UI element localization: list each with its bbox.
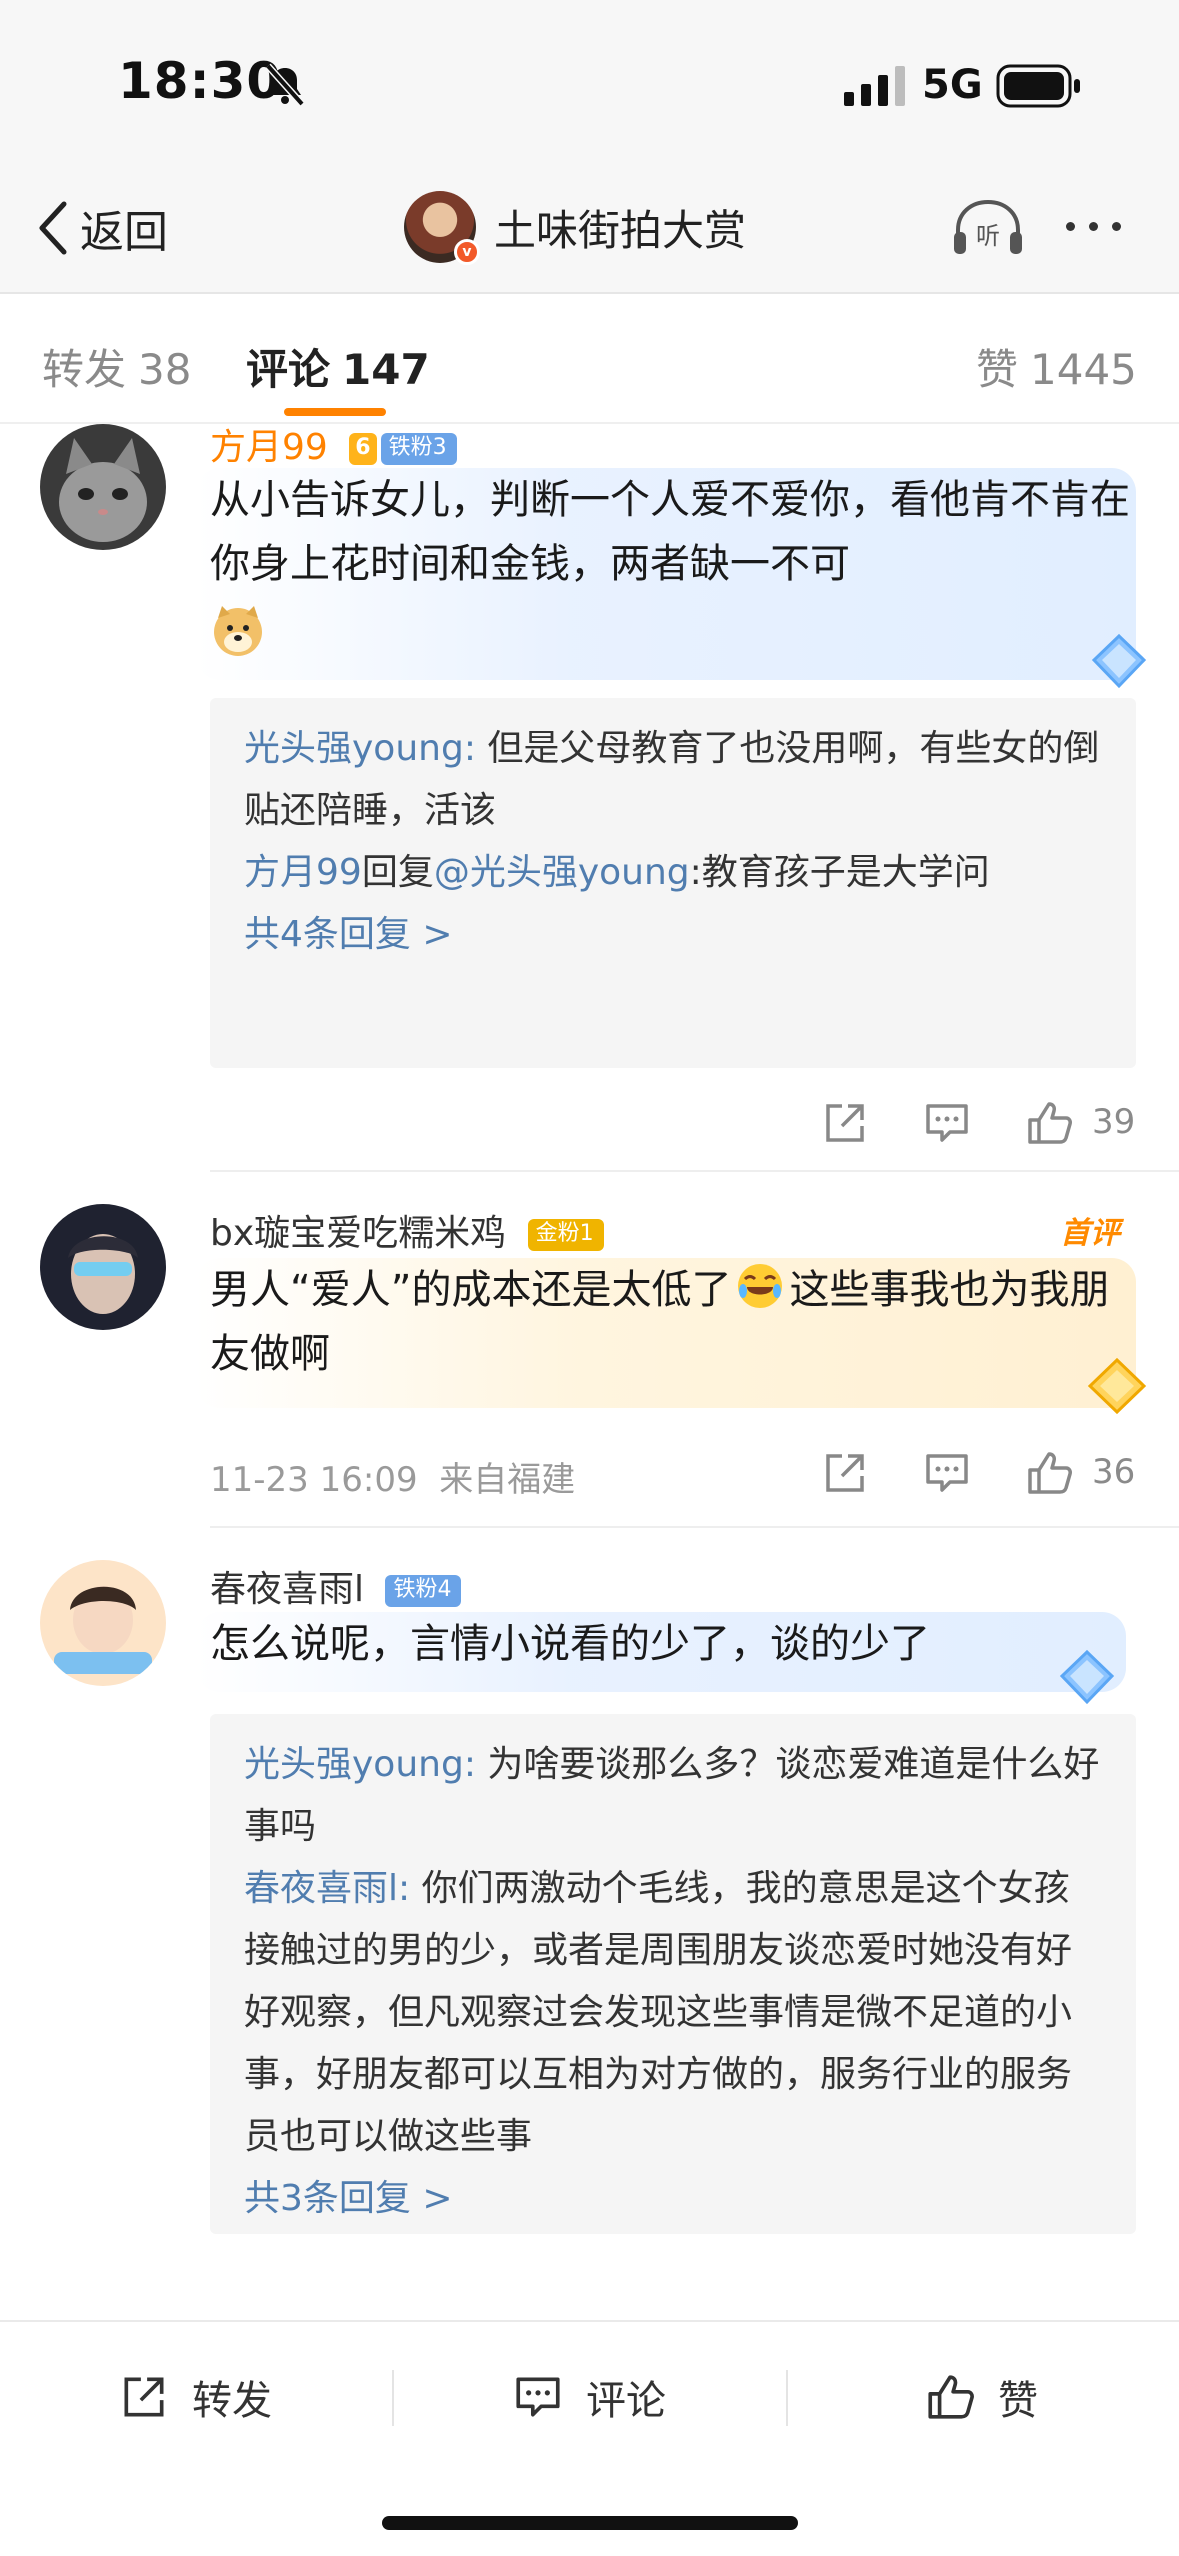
reply-text: :教育孩子是大学问 (689, 852, 990, 893)
tab-repost-count: 38 (138, 345, 192, 394)
reply-box: 光头强young: 但是父母教育了也没用啊，有些女的倒贴还陪睡，活该 方月99回… (210, 698, 1136, 1068)
status-time: 18:30 (118, 52, 283, 110)
reply-item[interactable]: 春夜喜雨l: 你们两激动个毛线，我的意思是这个女孩接触过的男的少，或者是周围朋友… (244, 1858, 1102, 2168)
tab-likes-count: 1445 (1030, 345, 1137, 394)
avatar[interactable] (40, 1204, 166, 1330)
reply-user[interactable]: 春夜喜雨l: (244, 1868, 410, 1909)
reply-verb: 回复 (361, 852, 434, 893)
like-count: 39 (1092, 1102, 1136, 1142)
avatar[interactable] (40, 1560, 166, 1686)
level-number: 6 (355, 435, 371, 460)
listen-button[interactable]: 听 (950, 196, 1026, 260)
diamond-icon (1059, 1649, 1115, 1705)
post-author[interactable]: v 土味街拍大赏 (404, 190, 747, 265)
comment-text: 从小告诉女儿，判断一个人爱不爱你，看他肯不肯在你身上花时间和金钱，两者缺一不可 (210, 468, 1130, 660)
author-avatar: v (404, 191, 480, 265)
battery-icon (996, 64, 1080, 108)
comment-icon[interactable] (922, 1448, 972, 1498)
commenter-name[interactable]: bx璇宝爱吃糯米鸡 金粉1 (210, 1204, 604, 1256)
comment-text-part1: 男人“爱人”的成本还是太低了 (210, 1267, 732, 1313)
more-button[interactable] (1066, 222, 1121, 231)
bell-off-icon (265, 63, 305, 107)
active-tab-indicator (284, 408, 386, 416)
headphones-icon: 听 (954, 199, 1022, 254)
tab-comments-label: 评论 (246, 345, 331, 394)
tab-likes[interactable]: 赞 1445 (976, 336, 1137, 397)
doge-icon (214, 606, 262, 656)
separator (786, 2370, 788, 2426)
tab-comments[interactable]: 评论 147 (246, 336, 430, 397)
gold-diamond-icon (1087, 1357, 1147, 1415)
share-icon (124, 2377, 164, 2417)
reply-item[interactable]: 光头强young: 为啥要谈那么多？谈恋爱难道是什么好事吗 (244, 1734, 1102, 1858)
comment-button[interactable]: 评论 (512, 2362, 666, 2432)
share-icon[interactable] (820, 1098, 870, 1148)
tab-bar: 转发 38 评论 147 赞 1445 (0, 296, 1179, 424)
reply-item[interactable]: 方月99回复@光头强young:教育孩子是大学问 (244, 842, 1102, 904)
comment-text: 男人“爱人”的成本还是太低了 这些事我也为我朋友做啊 (210, 1258, 1130, 1386)
comment-actions: 11-23 16:09 来自福建 36 (0, 1440, 1179, 1510)
tab-comments-count: 147 (342, 345, 430, 394)
bottom-action-bar: 转发 评论 赞 (0, 2320, 1179, 2556)
reply-user[interactable]: 光头强young: (244, 728, 476, 769)
reply-mention[interactable]: @光头强young (434, 852, 690, 893)
fan-badge: 铁粉3 (380, 433, 457, 465)
chevron-left-icon (39, 201, 67, 255)
commenter-name-text: 方月99 (210, 427, 328, 468)
signal-icon (844, 66, 905, 106)
back-label: 返回 (80, 207, 168, 258)
back-button[interactable]: 返回 (34, 196, 168, 260)
like-icon (928, 2375, 974, 2419)
tab-repost-label: 转发 (42, 345, 127, 394)
cat-avatar-image (40, 424, 166, 550)
more-replies-link[interactable]: 共3条回复 > (244, 2168, 1102, 2230)
like-count: 36 (1092, 1452, 1136, 1492)
comment-text-body: 从小告诉女儿，判断一个人爱不爱你，看他肯不肯在你身上花时间和金钱，两者缺一不可 (210, 477, 1130, 587)
reply-text: 你们两激动个毛线，我的意思是这个女孩接触过的男的少，或者是周围朋友谈恋爱时她没有… (244, 1868, 1073, 2157)
commenter-name-text: 春夜喜雨l (210, 1569, 365, 1610)
like-label: 赞 (998, 2378, 1038, 2424)
comment-icon (516, 2377, 560, 2417)
commenter-name-text: bx璇宝爱吃糯米鸡 (210, 1213, 507, 1254)
comment-actions: 39 (0, 1090, 1179, 1160)
repost-label: 转发 (192, 2378, 272, 2424)
reply-user[interactable]: 光头强young: (244, 1744, 476, 1785)
fan-badge: 金粉1 (527, 1219, 604, 1251)
tab-repost[interactable]: 转发 38 (42, 336, 191, 397)
like-icon[interactable] (1024, 1448, 1074, 1498)
comment-icon[interactable] (922, 1098, 972, 1148)
separator (392, 2370, 394, 2426)
share-icon[interactable] (820, 1448, 870, 1498)
comment-meta: 11-23 16:09 来自福建 (210, 1452, 575, 1501)
divider (210, 1170, 1179, 1172)
more-replies-link[interactable]: 共4条回复 > (244, 904, 1102, 966)
avatar[interactable] (40, 424, 166, 550)
comment-location: 来自福建 (439, 1460, 576, 1500)
like-icon[interactable] (1024, 1098, 1074, 1148)
commenter-name[interactable]: 春夜喜雨l 铁粉4 (210, 1560, 462, 1612)
divider (210, 1526, 1179, 1528)
page-title: 土味街拍大赏 (494, 205, 747, 255)
repost-button[interactable]: 转发 (118, 2362, 272, 2432)
person-avatar-image (40, 1204, 166, 1330)
first-comment-tag: 首评 (1060, 1216, 1120, 1251)
comment-time: 11-23 16:09 (210, 1460, 418, 1500)
person-avatar-image (40, 1560, 166, 1686)
laugh-cry-icon (738, 1264, 783, 1308)
fan-badge: 铁粉4 (385, 1575, 462, 1607)
reply-box: 光头强young: 为啥要谈那么多？谈恋爱难道是什么好事吗 春夜喜雨l: 你们两… (210, 1714, 1136, 2234)
verified-icon: v (454, 239, 480, 265)
home-indicator (382, 2516, 798, 2530)
reply-user[interactable]: 方月99 (244, 852, 362, 893)
tab-likes-label: 赞 (976, 345, 1019, 394)
network-label: 5G (922, 62, 983, 108)
diamond-icon (1091, 633, 1147, 689)
level-badge: 6 (349, 433, 377, 465)
listen-label: 听 (976, 222, 1000, 250)
comment-label: 评论 (586, 2378, 666, 2424)
like-button[interactable]: 赞 (924, 2362, 1038, 2432)
comment-text: 怎么说呢，言情小说看的少了，谈的少了 (210, 1621, 930, 1667)
reply-item[interactable]: 光头强young: 但是父母教育了也没用啊，有些女的倒贴还陪睡，活该 (244, 718, 1102, 842)
commenter-name[interactable]: 方月99 6 铁粉3 (210, 418, 457, 470)
